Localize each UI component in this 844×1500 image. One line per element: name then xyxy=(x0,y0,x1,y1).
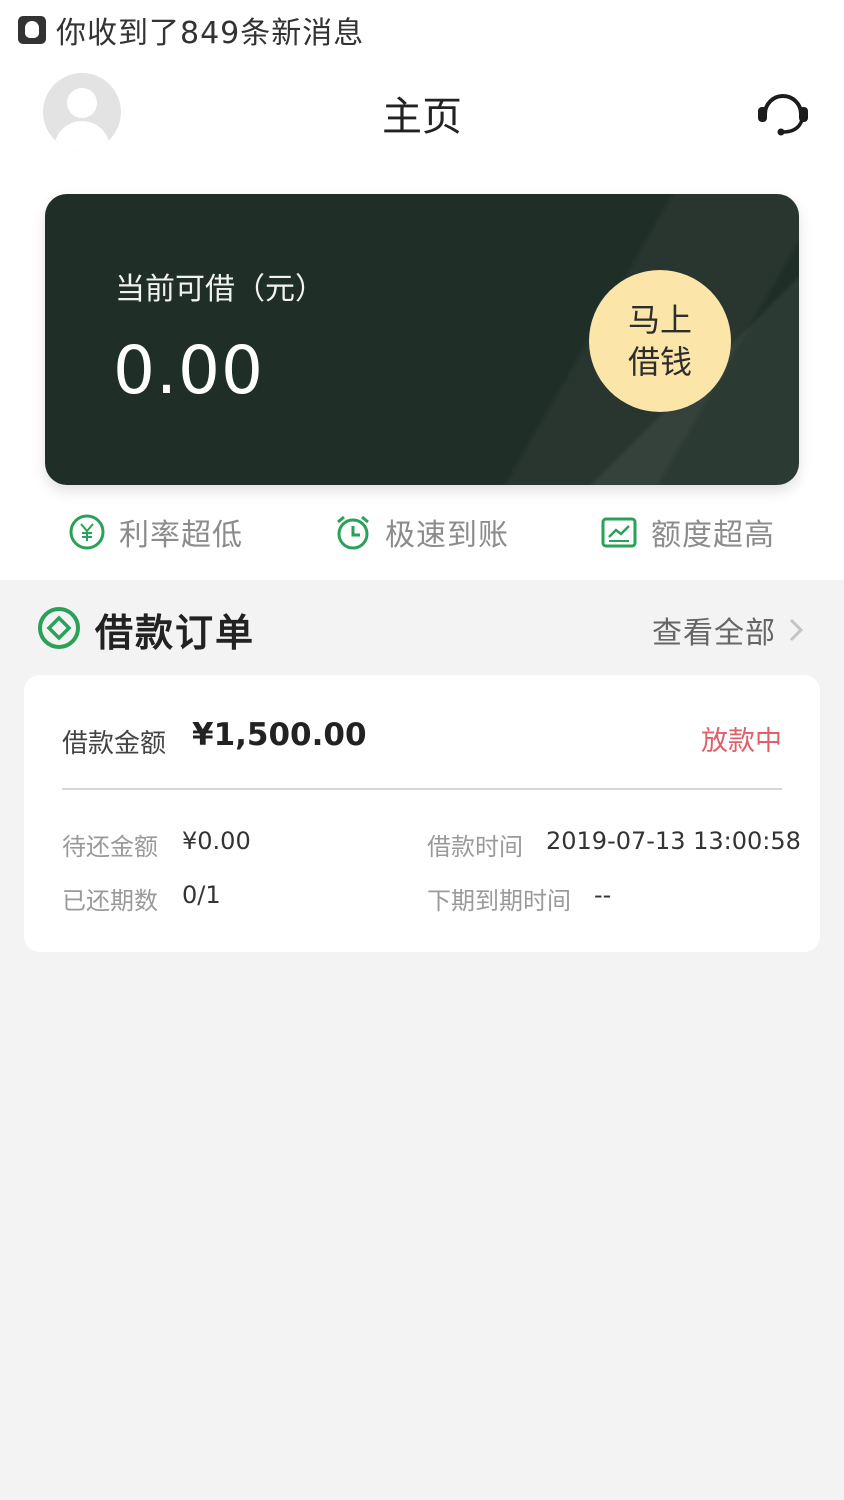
yuan-circle-icon xyxy=(69,514,105,550)
loan-time-label: 借款时间 xyxy=(427,833,523,861)
feature-low-rate: 利率超低 xyxy=(67,510,243,554)
notification-text: 你收到了849条新消息 xyxy=(56,16,365,51)
feature-fast-arrival: 极速到账 xyxy=(333,510,509,554)
feature-row: 利率超低 极速到账 额度超高 xyxy=(0,510,844,566)
divider xyxy=(62,788,782,790)
orders-header: 借款订单 查看全部 xyxy=(0,596,844,662)
feature-label: 利率超低 xyxy=(119,518,243,553)
pending-value: ¥0.00 xyxy=(182,827,251,855)
next-due-value: -- xyxy=(594,881,612,909)
chevron-right-icon xyxy=(789,618,804,642)
chart-icon xyxy=(601,517,637,548)
amount-label: 借款金额 xyxy=(62,729,167,759)
orders-title: 借款订单 xyxy=(95,611,256,655)
feature-label: 额度超高 xyxy=(651,518,775,553)
next-due-label: 下期到期时间 xyxy=(427,887,571,915)
order-card[interactable]: 借款金额 ¥1,500.00 放款中 待还金额 ¥0.00 借款时间 2019-… xyxy=(24,675,820,952)
feature-high-limit: 额度超高 xyxy=(599,510,775,554)
qq-icon xyxy=(18,16,46,44)
alarm-clock-icon xyxy=(337,515,369,550)
notification-bar[interactable]: 你收到了849条新消息 xyxy=(18,10,365,51)
periods-label: 已还期数 xyxy=(62,887,158,915)
status-badge: 放款中 xyxy=(701,726,782,757)
available-amount: 0.00 xyxy=(113,332,264,409)
view-all-link[interactable]: 查看全部 xyxy=(652,608,806,652)
pending-label: 待还金额 xyxy=(62,833,158,861)
orders-icon xyxy=(38,607,80,649)
periods-value: 0/1 xyxy=(182,881,221,909)
loan-card: 当前可借（元） 0.00 马上借钱 xyxy=(45,194,799,485)
loan-amount: ¥1,500.00 xyxy=(192,717,367,753)
loan-time-value: 2019-07-13 13:00:58 xyxy=(546,827,801,855)
borrow-now-button[interactable]: 马上借钱 xyxy=(589,270,731,412)
view-all-label: 查看全部 xyxy=(652,616,776,651)
available-label: 当前可借（元） xyxy=(115,272,325,307)
page-title: 主页 xyxy=(382,94,462,140)
headset-icon[interactable] xyxy=(754,88,812,136)
feature-label: 极速到账 xyxy=(385,518,509,553)
